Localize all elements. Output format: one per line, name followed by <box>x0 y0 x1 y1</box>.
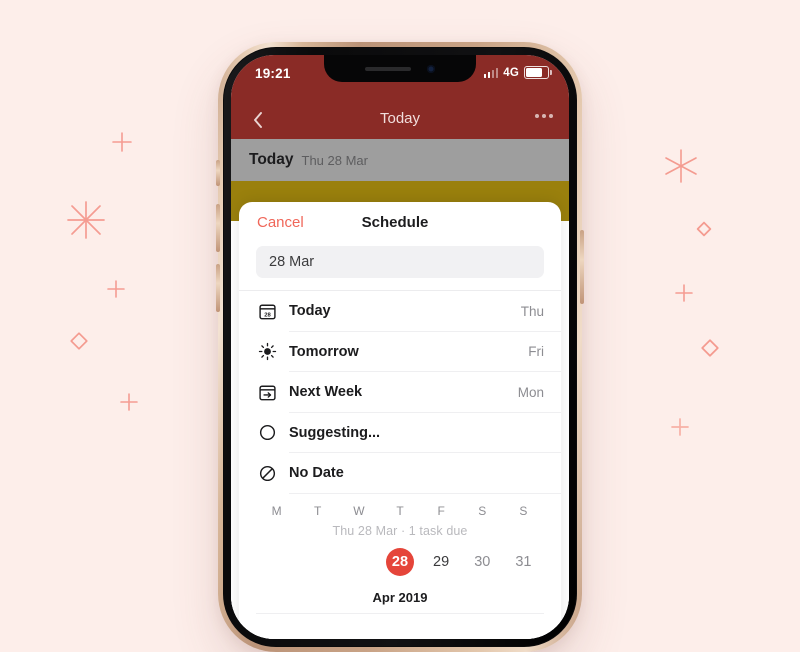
phone-mockup: Today Thu 28 Mar Cancel Schedule 28 Mar <box>216 42 584 652</box>
battery-icon <box>524 66 552 79</box>
calendar-day <box>345 548 373 576</box>
calendar-day-cell[interactable]: 29 <box>421 548 462 576</box>
section-header: Today Thu 28 Mar <box>231 139 569 181</box>
power-button[interactable] <box>580 230 584 304</box>
schedule-option-suggesting[interactable]: Suggesting... <box>239 413 561 453</box>
sun-icon <box>256 341 278 363</box>
notch <box>324 55 476 82</box>
calendar-next-week-icon <box>256 381 278 403</box>
calendar-weekday: T <box>314 503 322 518</box>
sparkle-plus-icon <box>117 390 141 414</box>
circle-icon <box>256 422 278 444</box>
sparkle-plus-icon <box>668 415 692 439</box>
schedule-option-day: Fri <box>528 344 544 360</box>
schedule-options-list: 28 Today Thu Tomorrow Fri Next Week Mon … <box>239 291 561 494</box>
calendar-task-note: Thu 28 Mar · 1 task due <box>332 523 468 538</box>
schedule-option-today[interactable]: 28 Today Thu <box>239 291 561 332</box>
sparkle-star-icon <box>62 196 110 244</box>
more-options-icon <box>535 114 539 118</box>
sparkle-plus-icon <box>105 278 127 300</box>
status-bar: 19:21 4G <box>231 55 569 99</box>
more-options-icon <box>542 114 546 118</box>
calendar-day: 29 <box>433 553 450 570</box>
sparkle-diamond-icon <box>68 330 90 352</box>
sparkle-plus-icon <box>673 282 695 304</box>
calendar-day-cell[interactable]: 30 <box>462 548 503 576</box>
schedule-sheet: Cancel Schedule 28 Mar 28 Today Thu Tomo… <box>239 202 561 639</box>
section-title: Today <box>249 151 294 168</box>
page-title: Today <box>379 110 421 127</box>
date-input[interactable]: 28 Mar <box>256 246 544 278</box>
calendar-day-selected: 28 <box>385 547 414 576</box>
calendar-weekday: T <box>396 503 404 518</box>
calendar-day: 31 <box>515 553 532 570</box>
phone-screen: Today Thu 28 Mar Cancel Schedule 28 Mar <box>231 55 569 639</box>
network-type-label: 4G <box>503 66 519 79</box>
schedule-option-day: Mon <box>517 384 544 400</box>
sparkle-star-icon <box>660 145 702 187</box>
section-subtitle: Thu 28 Mar <box>301 152 368 168</box>
canvas: Today Thu 28 Mar Cancel Schedule 28 Mar <box>0 0 800 652</box>
calendar-weekday: S <box>519 503 528 518</box>
calendar-week-row: 28 29 30 31 <box>256 540 544 584</box>
calendar-day-cell-selected[interactable]: 28 <box>379 547 420 576</box>
sparkle-plus-icon <box>108 128 136 156</box>
volume-down-button[interactable] <box>216 264 220 312</box>
schedule-option-label: Tomorrow <box>289 343 359 360</box>
svg-text:28: 28 <box>264 312 271 318</box>
calendar-day <box>263 548 291 576</box>
sheet-header: Cancel Schedule <box>239 202 561 246</box>
schedule-option-next-week[interactable]: Next Week Mon <box>239 372 561 413</box>
calendar-day-cell <box>338 548 379 576</box>
more-options-icon <box>549 114 553 118</box>
calendar-today-icon: 28 <box>256 300 278 322</box>
no-date-icon <box>256 462 278 484</box>
date-input-value: 28 Mar <box>269 254 315 270</box>
sheet-title: Schedule <box>361 214 429 231</box>
schedule-option-label: No Date <box>289 465 344 482</box>
sparkle-diamond-icon <box>694 219 714 239</box>
status-indicators: 4G <box>483 66 552 79</box>
sparkle-diamond-icon <box>699 337 721 359</box>
schedule-option-label: Suggesting... <box>289 424 381 441</box>
divider <box>289 492 561 494</box>
schedule-option-label: Next Week <box>289 384 363 401</box>
calendar-month-label: Apr 2019 <box>372 589 428 605</box>
status-time: 19:21 <box>255 66 291 81</box>
more-options-button[interactable] <box>535 114 553 118</box>
calendar-day-cell <box>256 548 297 576</box>
cellular-signal-icon <box>483 67 499 78</box>
schedule-option-label: Today <box>289 303 331 320</box>
mute-switch-button[interactable] <box>216 160 220 186</box>
calendar-day-cell[interactable]: 31 <box>503 548 544 576</box>
calendar-day-cell <box>297 548 338 576</box>
calendar-day: 30 <box>474 553 491 570</box>
calendar-day <box>304 548 332 576</box>
calendar-weekday: F <box>437 503 445 518</box>
earpiece-speaker <box>365 66 411 71</box>
calendar-weekday-row: M T W T F S S <box>256 500 544 520</box>
navigation-bar: Today <box>231 99 569 139</box>
divider <box>256 612 544 614</box>
front-camera <box>427 64 435 73</box>
calendar-widget: M T W T F S S Thu 28 Mar · 1 task due 28 <box>239 494 561 614</box>
calendar-weekday: W <box>353 503 365 518</box>
calendar-weekday: S <box>478 503 487 518</box>
calendar-weekday: M <box>271 503 282 518</box>
schedule-option-day: Thu <box>520 303 544 319</box>
volume-up-button[interactable] <box>216 204 220 252</box>
schedule-option-tomorrow[interactable]: Tomorrow Fri <box>239 332 561 372</box>
schedule-option-no-date[interactable]: No Date <box>239 453 561 494</box>
